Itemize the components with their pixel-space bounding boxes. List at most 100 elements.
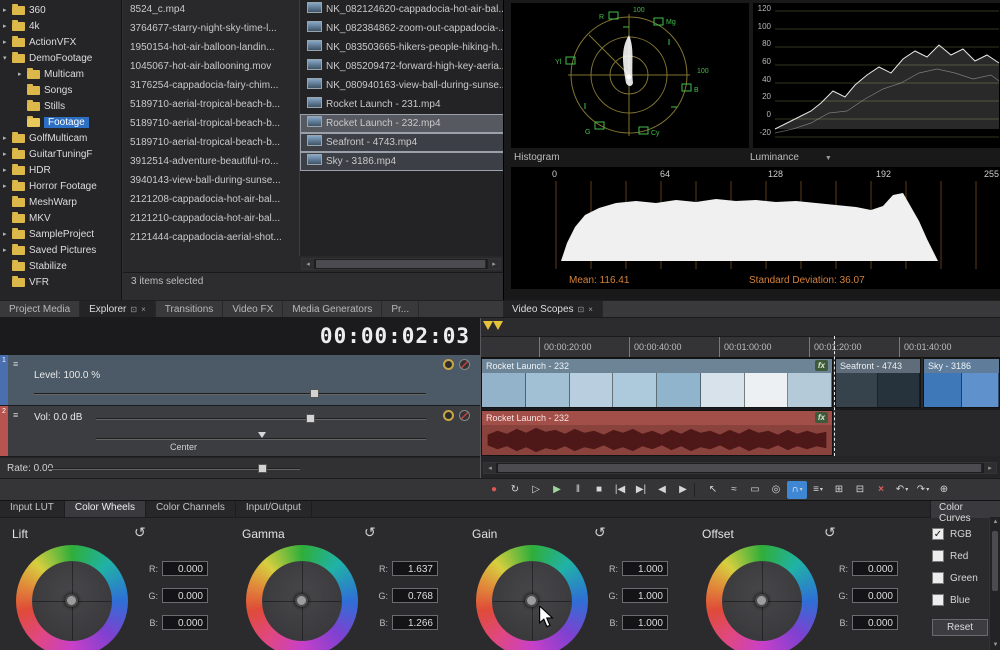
file-item[interactable]: 5189710-aerial-tropical-beach-b... bbox=[123, 114, 299, 133]
tree-item[interactable]: MKV bbox=[0, 210, 121, 226]
track-menu-icon[interactable]: ≡ bbox=[13, 359, 18, 369]
checkbox[interactable]: ✓ bbox=[932, 528, 944, 540]
audio-track-lane[interactable]: Rocket Launch - 232fx bbox=[481, 410, 1000, 456]
red-value-input[interactable]: 1.637 bbox=[392, 561, 438, 576]
color-panel-tab[interactable]: Color Channels bbox=[146, 501, 236, 517]
file-item[interactable]: Rocket Launch - 232.mp4 bbox=[300, 114, 504, 133]
expand-caret-icon[interactable]: ▸ bbox=[3, 134, 12, 142]
toolbar-separator[interactable]: ▾ bbox=[694, 483, 702, 497]
expand-caret-icon[interactable]: ▸ bbox=[3, 150, 12, 158]
red-value-input[interactable]: 0.000 bbox=[162, 561, 208, 576]
file-item[interactable]: Sky - 3186.mp4 bbox=[300, 152, 504, 171]
tree-item[interactable]: ▸ Horror Footage bbox=[0, 178, 121, 194]
audio-track-header[interactable]: 2 ≡ Vol: 0.0 dB Center bbox=[0, 406, 480, 457]
expand-caret-icon[interactable]: ▸ bbox=[3, 38, 12, 46]
color-wheel-handle[interactable] bbox=[525, 594, 538, 607]
clip-fx-icon[interactable]: fx bbox=[815, 360, 828, 371]
scroll-left-arrow-icon[interactable]: ◂ bbox=[302, 259, 314, 269]
previous-frame-button[interactable]: ◀ ▾ bbox=[652, 481, 672, 499]
file-item[interactable]: NK_085209472-forward-high-key-aeria... bbox=[300, 57, 504, 76]
color-panel-vertical-scrollbar[interactable]: ▲ ▼ bbox=[989, 517, 1000, 650]
file-item[interactable]: NK_082124620-cappadocia-hot-air-bal... bbox=[300, 0, 504, 19]
tree-item[interactable]: Stills bbox=[0, 98, 121, 114]
play-from-start-button[interactable]: ▷ ▾ bbox=[526, 481, 546, 499]
delete-button[interactable]: × ▾ bbox=[871, 481, 891, 499]
go-to-start-button[interactable]: |◀ ▾ bbox=[610, 481, 630, 499]
file-item[interactable]: 3176254-cappadocia-fairy-chim... bbox=[123, 76, 299, 95]
file-item[interactable]: 1045067-hot-air-ballooning.mov bbox=[123, 57, 299, 76]
scroll-down-arrow-icon[interactable]: ▼ bbox=[990, 640, 1000, 650]
video-track-lane[interactable]: Rocket Launch - 232fx Seafront - 4743 Sk… bbox=[481, 358, 1000, 410]
chevron-down-icon[interactable]: ▾ bbox=[926, 486, 929, 493]
expand-caret-icon[interactable]: ▸ bbox=[3, 230, 12, 238]
wheel-reset-icon[interactable]: ↺ bbox=[594, 524, 606, 541]
channel-checkbox-row[interactable]: Blue bbox=[932, 589, 988, 611]
wheel-reset-icon[interactable]: ↺ bbox=[134, 524, 146, 541]
blue-value-input[interactable]: 0.000 bbox=[162, 615, 208, 630]
tree-item[interactable]: ▸ HDR bbox=[0, 162, 121, 178]
panel-tab[interactable]: Explorer ⊡ × bbox=[80, 301, 156, 317]
timeline-marker-icon[interactable] bbox=[493, 321, 503, 330]
panel-tab[interactable]: Project Media ⊡ × bbox=[0, 301, 80, 317]
go-to-end-button[interactable]: ▶| ▾ bbox=[631, 481, 651, 499]
pan-slider-handle[interactable] bbox=[258, 432, 266, 438]
panel-tab[interactable]: Video Scopes ⊡ × bbox=[503, 301, 603, 317]
selection-edit-tool-button[interactable]: ▭ ▾ bbox=[745, 481, 765, 499]
expand-caret-icon[interactable]: ▸ bbox=[3, 246, 12, 254]
pan-slider-track[interactable] bbox=[96, 438, 426, 440]
expand-caret-icon[interactable]: ▾ bbox=[3, 54, 12, 62]
panel-tab[interactable]: Video FX ⊡ × bbox=[223, 301, 283, 317]
scrollbar-thumb[interactable] bbox=[316, 260, 486, 268]
file-item[interactable]: NK_082384862-zoom-out-cappadocia-... bbox=[300, 19, 504, 38]
checkbox[interactable] bbox=[932, 594, 944, 606]
time-ruler[interactable]: 00:00:20:0000:00:40:0000:01:00:0000:01:2… bbox=[481, 337, 1000, 358]
tree-item[interactable]: ▸ ActionVFX bbox=[0, 34, 121, 50]
file-item[interactable]: Rocket Launch - 231.mp4 bbox=[300, 95, 504, 114]
scroll-up-arrow-icon[interactable]: ▲ bbox=[990, 517, 1000, 528]
color-panel-tab[interactable]: Input/Output bbox=[236, 501, 312, 517]
expand-caret-icon[interactable]: ▸ bbox=[18, 70, 27, 78]
panel-tab[interactable]: Transitions ⊡ × bbox=[156, 301, 224, 317]
luminance-dropdown[interactable]: Luminance▼ bbox=[750, 152, 832, 163]
clip-fx-icon[interactable]: fx bbox=[815, 412, 828, 423]
tree-item[interactable]: Stabilize bbox=[0, 258, 121, 274]
color-curves-tab[interactable]: Color Curves bbox=[930, 501, 1000, 518]
record-button[interactable]: ● ▾ bbox=[484, 481, 504, 499]
close-icon[interactable]: × bbox=[141, 305, 146, 314]
curves-reset-button[interactable]: Reset bbox=[932, 619, 988, 636]
file-item[interactable]: 3764677-starry-night-sky-time-l... bbox=[123, 19, 299, 38]
normal-edit-tool-button[interactable]: ↖ ▾ bbox=[703, 481, 723, 499]
chevron-down-icon[interactable]: ▾ bbox=[820, 486, 823, 493]
loop-playback-button[interactable]: ↻ ▾ bbox=[505, 481, 525, 499]
panel-tab[interactable]: Pr... ⊡ × bbox=[382, 301, 419, 317]
file-item[interactable]: 3940143-view-ball-during-sunse... bbox=[123, 171, 299, 190]
green-value-input[interactable]: 0.768 bbox=[392, 588, 438, 603]
timeline-marker-icon[interactable] bbox=[483, 321, 493, 330]
expand-caret-icon[interactable]: ▸ bbox=[3, 22, 12, 30]
file-item[interactable]: 3912514-adventure-beautiful-ro... bbox=[123, 152, 299, 171]
next-frame-button[interactable]: ▶ ▾ bbox=[673, 481, 693, 499]
blue-value-input[interactable]: 0.000 bbox=[852, 615, 898, 630]
channel-checkbox-row[interactable]: ✓ RGB bbox=[932, 523, 988, 545]
file-item[interactable]: 2121208-cappadocia-hot-air-bal... bbox=[123, 190, 299, 209]
file-list-horizontal-scrollbar[interactable]: ◂ ▸ bbox=[301, 258, 501, 270]
tree-item[interactable]: ▸ Multicam bbox=[0, 66, 121, 82]
chevron-down-icon[interactable]: ▾ bbox=[905, 486, 908, 493]
tree-item[interactable]: ▾ DemoFootage bbox=[0, 50, 121, 66]
pin-icon[interactable]: ⊡ bbox=[130, 305, 137, 314]
color-wheel[interactable] bbox=[246, 545, 358, 650]
envelope-edit-tool-button[interactable]: ≈ ▾ bbox=[724, 481, 744, 499]
tree-item[interactable]: ▸ GuitarTuningF bbox=[0, 146, 121, 162]
ignore-event-grouping-button[interactable]: ⊟ ▾ bbox=[850, 481, 870, 499]
expand-caret-icon[interactable]: ▸ bbox=[3, 166, 12, 174]
channel-checkbox-row[interactable]: Red bbox=[932, 545, 988, 567]
automation-settings-icon[interactable] bbox=[443, 359, 454, 370]
zoom-in-button[interactable]: ⊕ ▾ bbox=[934, 481, 954, 499]
expand-caret-icon[interactable]: ▸ bbox=[3, 6, 12, 14]
tree-item[interactable]: ▸ SampleProject bbox=[0, 226, 121, 242]
auto-ripple-button[interactable]: ≡ ▾ bbox=[808, 481, 828, 499]
playhead-cursor[interactable] bbox=[834, 336, 835, 456]
color-wheel[interactable] bbox=[476, 545, 588, 650]
file-item[interactable]: 5189710-aerial-tropical-beach-b... bbox=[123, 95, 299, 114]
wheel-reset-icon[interactable]: ↺ bbox=[824, 524, 836, 541]
